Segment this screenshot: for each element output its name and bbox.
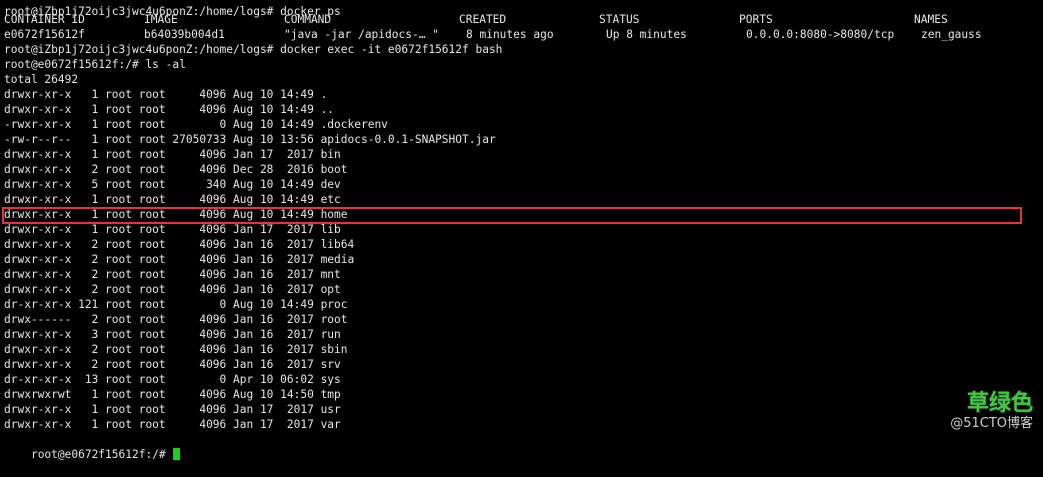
ps-status: Up 8 minutes (606, 28, 687, 41)
terminal-window[interactable]: root@iZbp1j72oijc3jwc4u6ponZ:/home/logs#… (0, 0, 1043, 461)
listing-row: drwxr-xr-x 2 root root 4096 Jan 16 2017 … (4, 268, 341, 281)
ps-col-status: STATUS (599, 13, 640, 26)
listing-row: drwxr-xr-x 1 root root 4096 Aug 10 14:49… (4, 193, 341, 206)
listing-row: drwxr-xr-x 5 root root 340 Aug 10 14:49 … (4, 178, 341, 191)
ps-container-id: e0672f15612f (4, 28, 85, 41)
ps-names: zen_gauss (921, 28, 982, 41)
shell-prompt: root@e0672f15612f:/# (30, 448, 173, 461)
listing-row: drwxr-xr-x 1 root root 4096 Aug 10 14:49… (4, 103, 335, 116)
command-line-ls: root@e0672f15612f:/# ls -al (4, 58, 186, 71)
listing-row: drwxr-xr-x 2 root root 4096 Jan 16 2017 … (4, 238, 355, 251)
listing-row: drwxr-xr-x 1 root root 4096 Jan 17 2017 … (4, 418, 341, 431)
listing-row: drwxr-xr-x 1 root root 4096 Aug 10 14:49… (4, 88, 328, 101)
listing-row: drwxrwxrwt 1 root root 4096 Aug 10 14:50… (4, 388, 341, 401)
watermark: 草绿色 @51CTO博客 (950, 392, 1033, 432)
listing-row: drwxr-xr-x 1 root root 4096 Jan 17 2017 … (4, 223, 341, 236)
listing-row: drwx------ 2 root root 4096 Jan 16 2017 … (4, 313, 348, 326)
ps-col-names: NAMES (914, 13, 948, 26)
listing-row: drwxr-xr-x 3 root root 4096 Jan 16 2017 … (4, 328, 341, 341)
listing-row: -rwxr-xr-x 1 root root 0 Aug 10 14:49 .d… (4, 118, 388, 131)
ps-created: 8 minutes ago (466, 28, 554, 41)
ps-col-ports: PORTS (739, 13, 773, 26)
ps-col-container-id: CONTAINER ID (4, 13, 85, 26)
ps-col-created: CREATED (459, 13, 507, 26)
ps-image: b64039b004d1 (144, 28, 225, 41)
listing-row: drwxr-xr-x 1 root root 4096 Jan 17 2017 … (4, 148, 341, 161)
listing-row: drwxr-xr-x 2 root root 4096 Jan 16 2017 … (4, 253, 355, 266)
ps-ports: 0.0.0.0:8080->8080/tcp (746, 28, 895, 41)
highlight-box-home (2, 207, 1022, 224)
ps-col-image: IMAGE (144, 13, 178, 26)
ls-total: total 26492 (4, 73, 79, 86)
listing-row: drwxr-xr-x 2 root root 4096 Dec 28 2016 … (4, 163, 348, 176)
watermark-brand: 草绿色 (966, 391, 1033, 416)
listing-row: dr-xr-xr-x 13 root root 0 Apr 10 06:02 s… (4, 373, 341, 386)
listing-row: drwxr-xr-x 1 root root 4096 Jan 17 2017 … (4, 403, 341, 416)
listing-row: drwxr-xr-x 2 root root 4096 Jan 16 2017 … (4, 358, 341, 371)
ps-data-row: e0672f15612f b64039b004d1 "java -jar /ap… (4, 27, 982, 42)
listing-row: -rw-r--r-- 1 root root 27050733 Aug 10 1… (4, 133, 496, 146)
watermark-site: @51CTO博客 (950, 416, 1033, 431)
listing-row: drwxr-xr-x 2 root root 4096 Jan 16 2017 … (4, 343, 348, 356)
command-line-docker-exec: root@iZbp1j72oijc3jwc4u6ponZ:/home/logs#… (4, 43, 503, 56)
listing-row: drwxr-xr-x 2 root root 4096 Jan 16 2017 … (4, 283, 341, 296)
ps-col-command: COMMAND (284, 13, 332, 26)
ps-header-row: CONTAINER ID IMAGE COMMAND CREATED STATU… (4, 12, 948, 27)
cursor-block (173, 448, 181, 460)
listing-row: dr-xr-xr-x 121 root root 0 Aug 10 14:49 … (4, 298, 348, 311)
ps-command: "java -jar /apidocs-… " (284, 28, 439, 41)
